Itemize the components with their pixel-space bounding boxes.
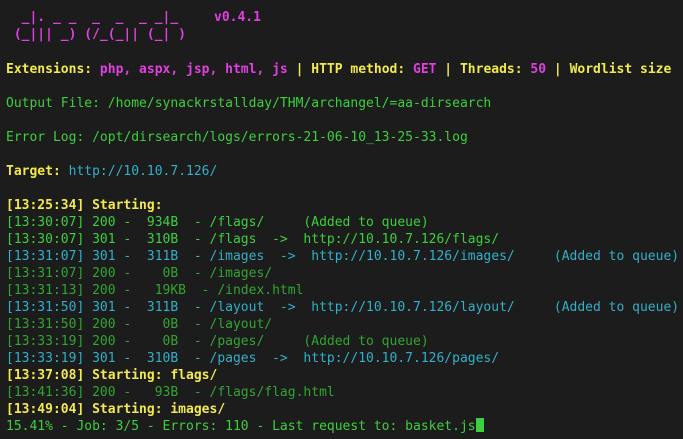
version-label: v0.4.1 [214,10,261,25]
progress-status-text: 15.41% - Job: 3/5 - Errors: 110 - Last r… [6,419,476,434]
target-line: Target: http://10.10.7.126/ [6,163,217,180]
extensions-value: php, aspx, jsp, html, js [99,62,288,77]
http-method-label: HTTP method: [311,62,413,77]
separator: | [287,62,312,77]
threads-value: 50 [530,62,547,77]
threads-label: Threads: [459,62,531,77]
extensions-label: Extensions: [6,62,100,77]
output-file-line: Output File: /home/synackrstallday/THM/a… [6,96,492,111]
log-line: [13:41:36] 200 - 93B - /flags/flag.html [6,385,335,400]
progress-status-line: 15.41% - Job: 3/5 - Errors: 110 - Last r… [6,418,484,435]
terminal-cursor [475,418,484,432]
separator: | [546,62,570,77]
log-line: [13:25:34] Starting: [6,198,163,213]
separator: | [436,62,460,77]
log-line: [13:31:07] 301 - 311B - /images -> http:… [6,249,680,264]
log-line: [13:31:07] 200 - 0B - /images/ [6,266,273,281]
log-line: [13:31:50] 200 - 0B - /layout/ [6,317,273,332]
log-line: [13:49:04] Starting: images/ [6,402,226,417]
log-line: [13:33:19] 301 - 310B - /pages -> http:/… [6,351,500,366]
config-line: Extensions: php, aspx, jsp, html, js | H… [6,61,671,78]
log-line: [13:31:13] 200 - 19KB - /index.html [6,283,304,298]
log-line: [13:30:07] 200 - 934B - /flags/ (Added t… [6,215,429,230]
log-line: [13:37:08] Starting: flags/ [6,368,218,383]
target-label: Target: [6,164,69,179]
log-line: [13:31:50] 301 - 311B - /layout -> http:… [6,300,680,315]
error-log-line: Error Log: /opt/dirsearch/logs/errors-21… [6,130,468,145]
log-line: [13:30:07] 301 - 310B - /flags -> http:/… [6,232,500,247]
target-url: http://10.10.7.126/ [68,164,218,179]
log-line: [13:33:19] 200 - 0B - /pages/ (Added to … [6,334,429,349]
wordlist-size-label: Wordlist size [569,62,672,77]
terminal-window[interactable]: _|. _ _ _ _ _ _|_ v0.4.1 (_||| _) (/_(_|… [0,0,683,439]
http-method-value: GET [413,62,437,77]
dirsearch-logo-line-2: (_||| _) (/_(_|| (_| ) [6,27,210,42]
dirsearch-logo-line-1: _|. _ _ _ _ _ _|_ [6,10,210,25]
